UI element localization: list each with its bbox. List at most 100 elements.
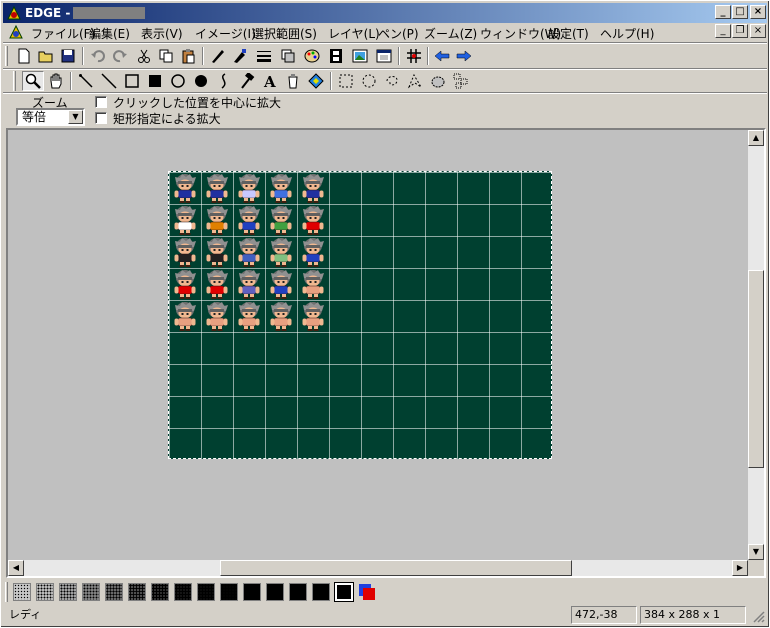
pattern-swatch[interactable] [59,583,77,601]
toolbar-grip[interactable] [13,71,16,91]
grid-icon[interactable] [403,46,425,66]
pattern-swatch[interactable] [151,583,169,601]
close-button[interactable]: × [750,5,766,19]
window-title: EDGE - [ [25,6,81,20]
layer-icon[interactable] [277,46,299,66]
solid-pattern-swatch[interactable] [334,582,354,602]
zoom-select[interactable]: 等倍 ▼ [16,108,85,126]
line-tool-icon[interactable] [98,71,120,91]
undo-icon[interactable] [87,46,109,66]
line-width-icon[interactable] [253,46,275,66]
main-toolbar [3,44,767,68]
image-canvas[interactable] [168,171,552,459]
pattern-swatch[interactable] [197,583,215,601]
menu-image[interactable]: イメージ(I) [195,25,256,42]
menu-selection[interactable]: 選択範囲(S) [252,25,317,42]
toolbar-grip[interactable] [5,46,8,66]
copy-icon[interactable] [155,46,177,66]
pattern-swatch[interactable] [243,583,261,601]
horizontal-scroll-thumb[interactable] [220,560,572,576]
fill-tool-icon[interactable] [305,71,327,91]
curve-tool-icon[interactable] [213,71,235,91]
menu-settings[interactable]: 設定(T) [548,25,589,42]
pattern-swatch[interactable] [13,583,31,601]
ellipse-tool-icon[interactable] [167,71,189,91]
rect-zoom-checkbox[interactable]: 矩形指定による拡大 [95,111,221,126]
pattern-swatch[interactable] [36,583,54,601]
pattern-swatch[interactable] [105,583,123,601]
pattern-swatch[interactable] [312,583,330,601]
vertical-scroll-thumb[interactable] [748,270,764,468]
mdi-minimize-button[interactable]: _ [715,24,731,38]
image-icon[interactable] [349,46,371,66]
maximize-button[interactable]: □ [732,5,748,19]
arrow-right-icon[interactable] [453,46,475,66]
rect-zoom-label: 矩形指定による拡大 [113,111,221,126]
scroll-down-icon[interactable]: ▼ [748,544,764,560]
lasso-select-icon[interactable] [381,71,403,91]
resize-grip-icon[interactable] [751,609,765,623]
rect-select-icon[interactable] [335,71,357,91]
pattern-swatch[interactable] [174,583,192,601]
text-tool-icon[interactable]: A [259,71,281,91]
paste-icon[interactable] [177,46,199,66]
color-swap-icon[interactable] [358,583,376,601]
scroll-right-icon[interactable]: ▶ [732,560,748,576]
bucket-tool-icon[interactable] [282,71,304,91]
character-sprite [302,302,324,331]
menu-edit[interactable]: 編集(E) [89,25,130,42]
arrow-left-icon[interactable] [431,46,453,66]
magic-select-icon[interactable] [427,71,449,91]
menu-pen[interactable]: ペン(P) [378,25,419,42]
window-icon[interactable] [373,46,395,66]
document-icon[interactable] [8,24,24,40]
filled-rectangle-tool-icon[interactable] [144,71,166,91]
ellipse-select-icon[interactable] [358,71,380,91]
pattern-swatch[interactable] [220,583,238,601]
redo-icon[interactable] [109,46,131,66]
menu-help[interactable]: ヘルプ(H) [600,25,654,42]
checkbox-box[interactable] [95,96,107,108]
horizontal-scrollbar[interactable]: ◀ ▶ [8,560,748,576]
pattern-swatch[interactable] [82,583,100,601]
menu-file[interactable]: ファイル(F) [31,25,95,42]
zoom-options-bar: ズーム 等倍 ▼ クリックした位置を中心に拡大 矩形指定による拡大 [3,93,767,127]
minimize-button[interactable]: _ [715,5,731,19]
vertical-scrollbar[interactable]: ▲ ▼ [748,130,764,560]
save-icon[interactable] [57,46,79,66]
pattern-swatch[interactable] [128,583,146,601]
character-sprite [238,206,260,235]
pencil-tool-icon[interactable] [75,71,97,91]
character-sprite [206,238,228,267]
new-file-icon[interactable] [13,46,35,66]
scroll-up-icon[interactable]: ▲ [748,130,764,146]
pattern-swatch[interactable] [266,583,284,601]
zoom-tool-icon[interactable] [22,71,44,91]
pen-tool-icon[interactable] [207,46,229,66]
palette-icon[interactable] [301,46,323,66]
toolbar-grip[interactable] [5,582,8,602]
mdi-restore-button[interactable]: ❐ [732,24,748,38]
menu-view[interactable]: 表示(V) [141,25,183,42]
brush-icon[interactable] [229,46,251,66]
canvas-workspace[interactable]: ▲ ▼ ◀ ▶ [6,128,766,578]
film-icon[interactable] [325,46,347,66]
rectangle-tool-icon[interactable] [121,71,143,91]
pattern-swatch[interactable] [289,583,307,601]
checkbox-box[interactable] [95,112,107,124]
filled-ellipse-tool-icon[interactable] [190,71,212,91]
status-coords: 472,-38 [571,606,637,624]
menu-zoom[interactable]: ズーム(Z) [424,25,477,42]
hand-tool-icon[interactable] [45,71,67,91]
hammer-tool-icon[interactable] [236,71,258,91]
pattern-select-icon[interactable] [450,71,472,91]
cut-icon[interactable] [133,46,155,66]
character-sprite [206,206,228,235]
menu-layer[interactable]: レイヤ(L) [328,25,380,42]
center-zoom-checkbox[interactable]: クリックした位置を中心に拡大 [95,95,281,110]
chevron-down-icon[interactable]: ▼ [68,110,83,124]
scroll-left-icon[interactable]: ◀ [8,560,24,576]
open-folder-icon[interactable] [35,46,57,66]
mdi-close-button[interactable]: × [750,24,766,38]
polygon-select-icon[interactable] [404,71,426,91]
